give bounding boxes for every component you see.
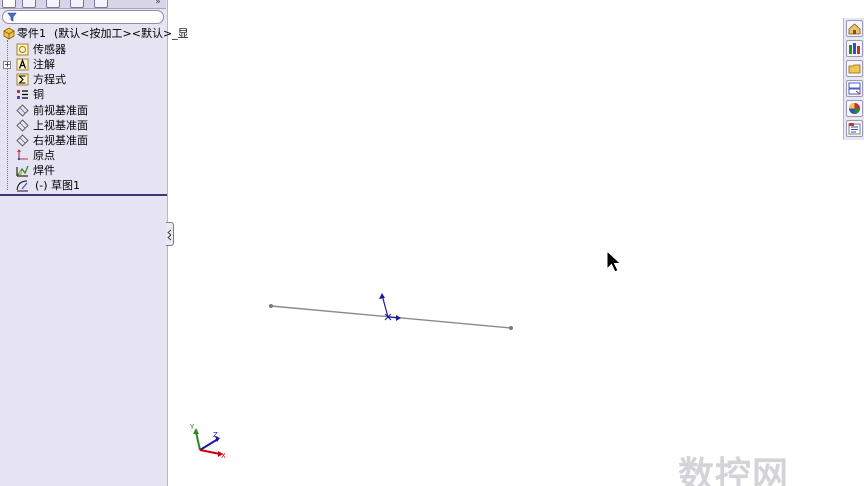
mouse-pointer-icon xyxy=(606,250,622,273)
appearance-icon xyxy=(849,103,860,114)
design-library-button[interactable] xyxy=(846,40,863,57)
sketch-line-endpoint[interactable] xyxy=(269,304,273,308)
sketch-line-endpoint[interactable] xyxy=(509,326,513,330)
view-palette-button[interactable] xyxy=(846,80,863,97)
resources-icon xyxy=(849,43,860,54)
triad-y-label: Y xyxy=(189,423,195,431)
triad-x-label: X xyxy=(221,452,226,460)
file-explorer-icon xyxy=(848,64,861,74)
home-button[interactable] xyxy=(846,20,863,37)
appearances-button[interactable] xyxy=(846,100,863,117)
view-palette-icon xyxy=(848,82,861,95)
reference-triad: Y Z X xyxy=(189,423,226,460)
file-explorer-button[interactable] xyxy=(846,60,863,77)
custom-properties-icon xyxy=(848,123,861,135)
triad-z-label: Z xyxy=(213,431,218,439)
graphics-area[interactable]: Y Z X xyxy=(0,0,864,486)
task-pane-toolbar xyxy=(843,18,864,140)
home-icon xyxy=(848,23,861,35)
watermark: 数控网 xyxy=(678,455,790,486)
custom-properties-button[interactable] xyxy=(846,120,863,137)
